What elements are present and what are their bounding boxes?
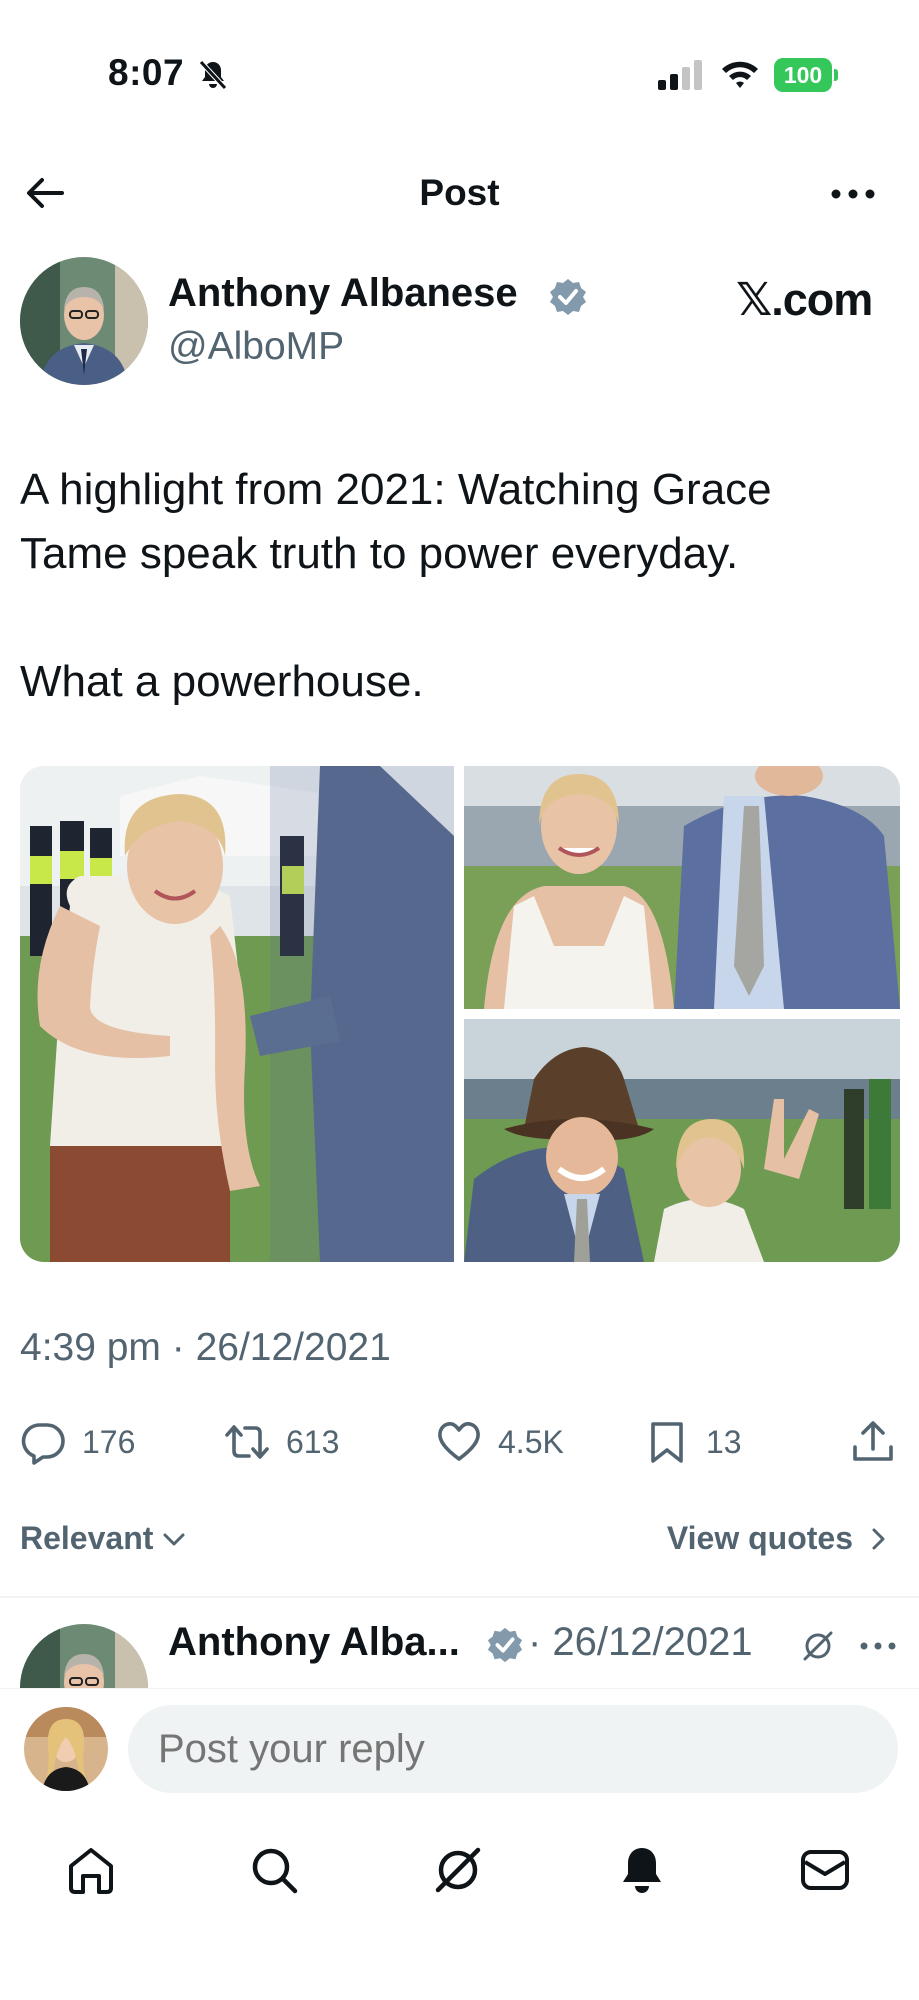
reply-item[interactable]: Anthony Alba... · 26/12/2021 xyxy=(0,1598,919,1688)
reply-count: 176 xyxy=(82,1423,136,1460)
repost-button[interactable]: 613 xyxy=(224,1410,339,1474)
tab-search[interactable] xyxy=(246,1842,302,1898)
post-text-line: Tame speak truth to power everyday. xyxy=(20,529,739,578)
wifi-icon xyxy=(722,61,758,88)
verified-icon xyxy=(487,1627,523,1663)
chevron-down-icon xyxy=(163,1533,185,1545)
tab-grok[interactable] xyxy=(430,1842,486,1898)
home-icon xyxy=(69,1848,113,1894)
user-avatar[interactable] xyxy=(24,1707,108,1791)
source-label: 𝕏.com xyxy=(736,274,873,325)
more-icon[interactable] xyxy=(858,1634,898,1658)
post-actions: 176 613 4.5K 13 xyxy=(0,1410,919,1474)
bookmark-count: 13 xyxy=(706,1423,742,1460)
bottom-tab-bar xyxy=(0,1814,919,1924)
bell-off-icon xyxy=(199,60,227,90)
avatar[interactable] xyxy=(20,1624,148,1688)
signal-icon xyxy=(658,60,702,90)
page-title: Post xyxy=(419,172,500,213)
media-photo[interactable] xyxy=(464,766,900,1009)
share-button[interactable] xyxy=(850,1410,896,1474)
media-photo[interactable] xyxy=(464,1019,900,1262)
tab-home[interactable] xyxy=(63,1842,119,1898)
tab-notifications[interactable] xyxy=(614,1842,670,1898)
grok-icon xyxy=(435,1847,481,1893)
post-author: Anthony Albanese @AlboMP 𝕏.com xyxy=(0,255,919,390)
like-icon xyxy=(438,1422,480,1461)
like-button[interactable]: 4.5K xyxy=(436,1410,564,1474)
verified-icon xyxy=(550,279,586,315)
bookmark-icon xyxy=(651,1422,683,1463)
reply-author-name[interactable]: Anthony Alba... xyxy=(168,1620,460,1665)
tab-messages[interactable] xyxy=(797,1842,853,1898)
more-icon[interactable] xyxy=(828,174,878,214)
battery-level: 100 xyxy=(774,58,832,92)
view-quotes-label: View quotes xyxy=(666,1520,853,1556)
reply-button[interactable]: 176 xyxy=(20,1410,135,1474)
post-media xyxy=(20,766,900,1262)
share-icon xyxy=(853,1421,893,1461)
bookmark-button[interactable]: 13 xyxy=(644,1410,742,1474)
battery-indicator: 100 xyxy=(774,58,838,92)
sort-label: Relevant xyxy=(20,1520,154,1556)
notifications-icon xyxy=(623,1848,661,1893)
post-timestamp: 4:39 pm · 26/12/2021 xyxy=(20,1326,391,1369)
sort-dropdown[interactable]: Relevant xyxy=(20,1520,187,1557)
status-bar: 8:07 100 xyxy=(0,0,919,150)
chevron-right-icon xyxy=(872,1528,885,1549)
messages-icon xyxy=(801,1850,849,1890)
post-text-line: A highlight from 2021: Watching Grace xyxy=(20,465,772,514)
reply-date: · 26/12/2021 xyxy=(528,1620,753,1664)
reply-icon xyxy=(21,1423,65,1465)
like-count: 4.5K xyxy=(498,1423,564,1460)
grok-icon[interactable] xyxy=(800,1628,836,1664)
nav-header: Post xyxy=(0,150,919,236)
view-quotes-link[interactable]: View quotes xyxy=(667,1520,891,1557)
post-text-line: What a powerhouse. xyxy=(20,657,424,706)
avatar[interactable] xyxy=(20,257,148,385)
author-name[interactable]: Anthony Albanese xyxy=(168,271,518,316)
reply-sort-row: Relevant View quotes xyxy=(0,1516,919,1566)
reply-composer xyxy=(0,1688,919,1814)
reply-input[interactable] xyxy=(128,1705,898,1793)
repost-icon xyxy=(225,1425,269,1459)
repost-count: 613 xyxy=(286,1423,340,1460)
post-text: A highlight from 2021: Watching Grace Ta… xyxy=(20,458,900,714)
media-photo[interactable] xyxy=(20,766,454,1262)
status-time: 8:07 xyxy=(108,52,185,93)
author-handle[interactable]: @AlboMP xyxy=(168,325,344,369)
search-icon xyxy=(252,1848,298,1894)
